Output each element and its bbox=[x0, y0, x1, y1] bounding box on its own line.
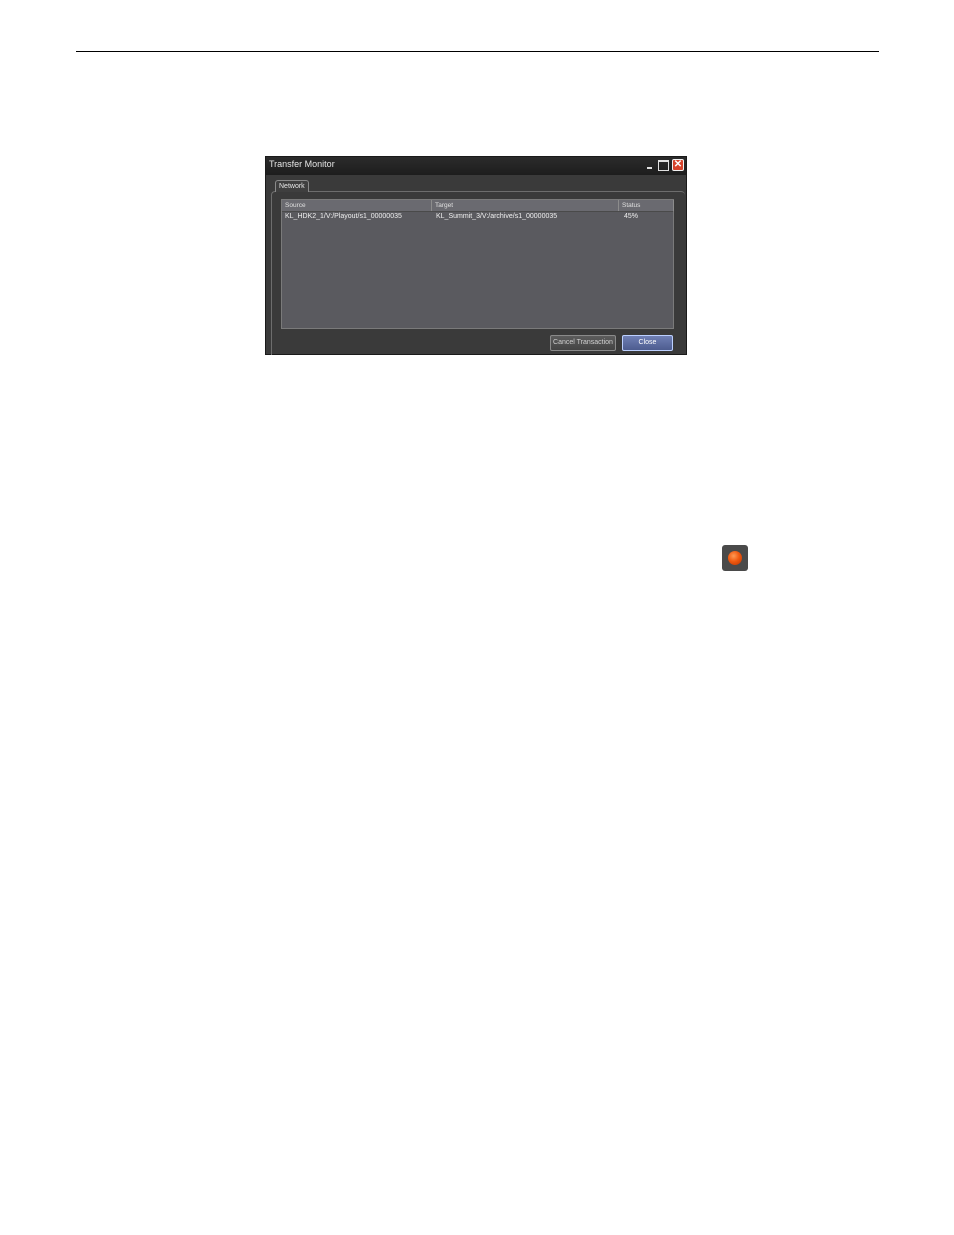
cell-status: 45% bbox=[624, 213, 639, 220]
window-title: Transfer Monitor bbox=[269, 159, 335, 169]
cell-target: KL_Summit_3/V:/archive/s1_00000035 bbox=[436, 213, 558, 220]
record-icon bbox=[722, 545, 748, 571]
list-header: Source Target Status bbox=[282, 200, 674, 212]
column-header-status[interactable]: Status bbox=[619, 200, 674, 211]
table-row[interactable]: KL_HDK2_1/V:/Playout/s1_00000035 KL_Summ… bbox=[282, 212, 673, 222]
tab-network[interactable]: Network bbox=[275, 180, 309, 192]
transfer-monitor-window: Transfer Monitor ✕ Network Source Target… bbox=[265, 156, 687, 355]
column-header-source[interactable]: Source bbox=[282, 200, 432, 211]
cell-source: KL_HDK2_1/V:/Playout/s1_00000035 bbox=[285, 213, 402, 220]
minimize-icon[interactable] bbox=[644, 160, 655, 171]
maximize-icon[interactable] bbox=[658, 160, 669, 171]
close-button[interactable]: Close bbox=[622, 335, 673, 351]
page-header-rule bbox=[76, 51, 879, 52]
column-header-target[interactable]: Target bbox=[432, 200, 619, 211]
close-icon[interactable]: ✕ bbox=[672, 159, 684, 171]
transfer-list[interactable]: Source Target Status KL_HDK2_1/V:/Playou… bbox=[281, 199, 674, 329]
window-titlebar[interactable]: Transfer Monitor ✕ bbox=[266, 157, 686, 175]
cancel-transaction-button[interactable]: Cancel Transaction bbox=[550, 335, 616, 351]
